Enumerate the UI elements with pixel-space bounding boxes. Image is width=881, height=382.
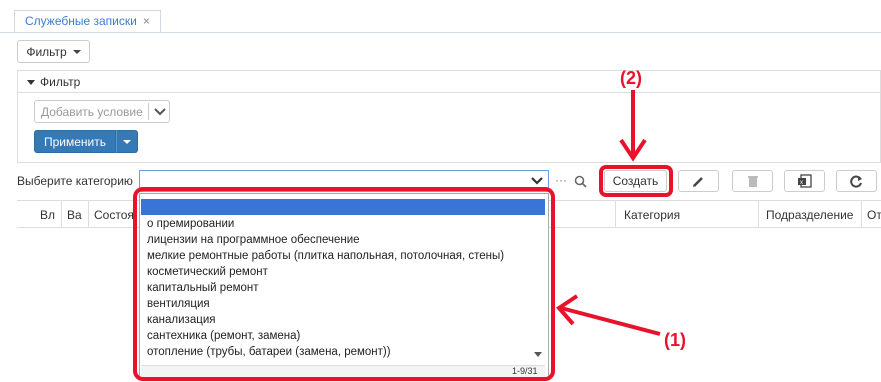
chevron-down-icon	[154, 108, 166, 116]
collapse-triangle-icon	[27, 80, 35, 86]
svg-text:x: x	[800, 180, 803, 186]
filter-panel-header[interactable]: Фильтр	[17, 70, 881, 93]
column-header[interactable]: От	[867, 208, 881, 222]
column-divider	[615, 200, 616, 228]
tab-memos[interactable]: Служебные записки ×	[14, 10, 161, 33]
apply-options-button[interactable]	[116, 130, 138, 153]
filter-button[interactable]: Фильтр	[17, 40, 90, 63]
search-icon[interactable]	[574, 175, 587, 188]
column-header[interactable]: Ва	[67, 208, 82, 222]
column-divider	[861, 200, 862, 228]
apply-button[interactable]: Применить	[34, 130, 116, 153]
trash-icon	[747, 175, 758, 187]
column-divider	[758, 200, 759, 228]
add-condition-placeholder: Добавить условие	[41, 105, 143, 119]
excel-icon: x	[797, 174, 812, 188]
caret-down-icon	[123, 139, 131, 144]
column-header[interactable]: Подразделение	[766, 208, 853, 222]
column-divider	[61, 200, 62, 228]
refresh-button[interactable]	[836, 170, 877, 192]
column-header[interactable]: Вл	[40, 208, 55, 222]
dropdown-highlight-frame	[133, 187, 555, 381]
refresh-icon	[850, 175, 862, 187]
filter-panel-title: Фильтр	[40, 75, 81, 89]
create-highlight-frame	[599, 165, 673, 197]
delete-button[interactable]	[732, 170, 773, 192]
close-icon[interactable]: ×	[143, 14, 150, 28]
annotation-label-2: (2)	[620, 68, 642, 88]
annotation-arrow-down-icon	[619, 90, 647, 162]
category-label: Выберите категорию	[17, 174, 133, 188]
column-header[interactable]: Категория	[624, 208, 680, 222]
caret-down-icon	[72, 49, 81, 54]
edit-button[interactable]	[678, 170, 719, 192]
add-condition-select[interactable]: Добавить условие	[34, 100, 170, 123]
column-divider	[88, 200, 89, 228]
select-divider	[148, 103, 149, 120]
tab-label: Служебные записки	[25, 14, 137, 28]
annotation-arrow-left-icon	[555, 294, 661, 336]
column-header[interactable]: Состоя	[94, 208, 134, 222]
pencil-icon	[693, 176, 703, 187]
tab-divider	[0, 32, 881, 33]
chevron-down-icon	[531, 177, 543, 185]
annotation-label-1: (1)	[664, 330, 686, 350]
export-excel-button[interactable]: x	[784, 170, 825, 192]
more-icon[interactable]: ···	[555, 173, 567, 187]
filter-button-label: Фильтр	[26, 44, 67, 59]
